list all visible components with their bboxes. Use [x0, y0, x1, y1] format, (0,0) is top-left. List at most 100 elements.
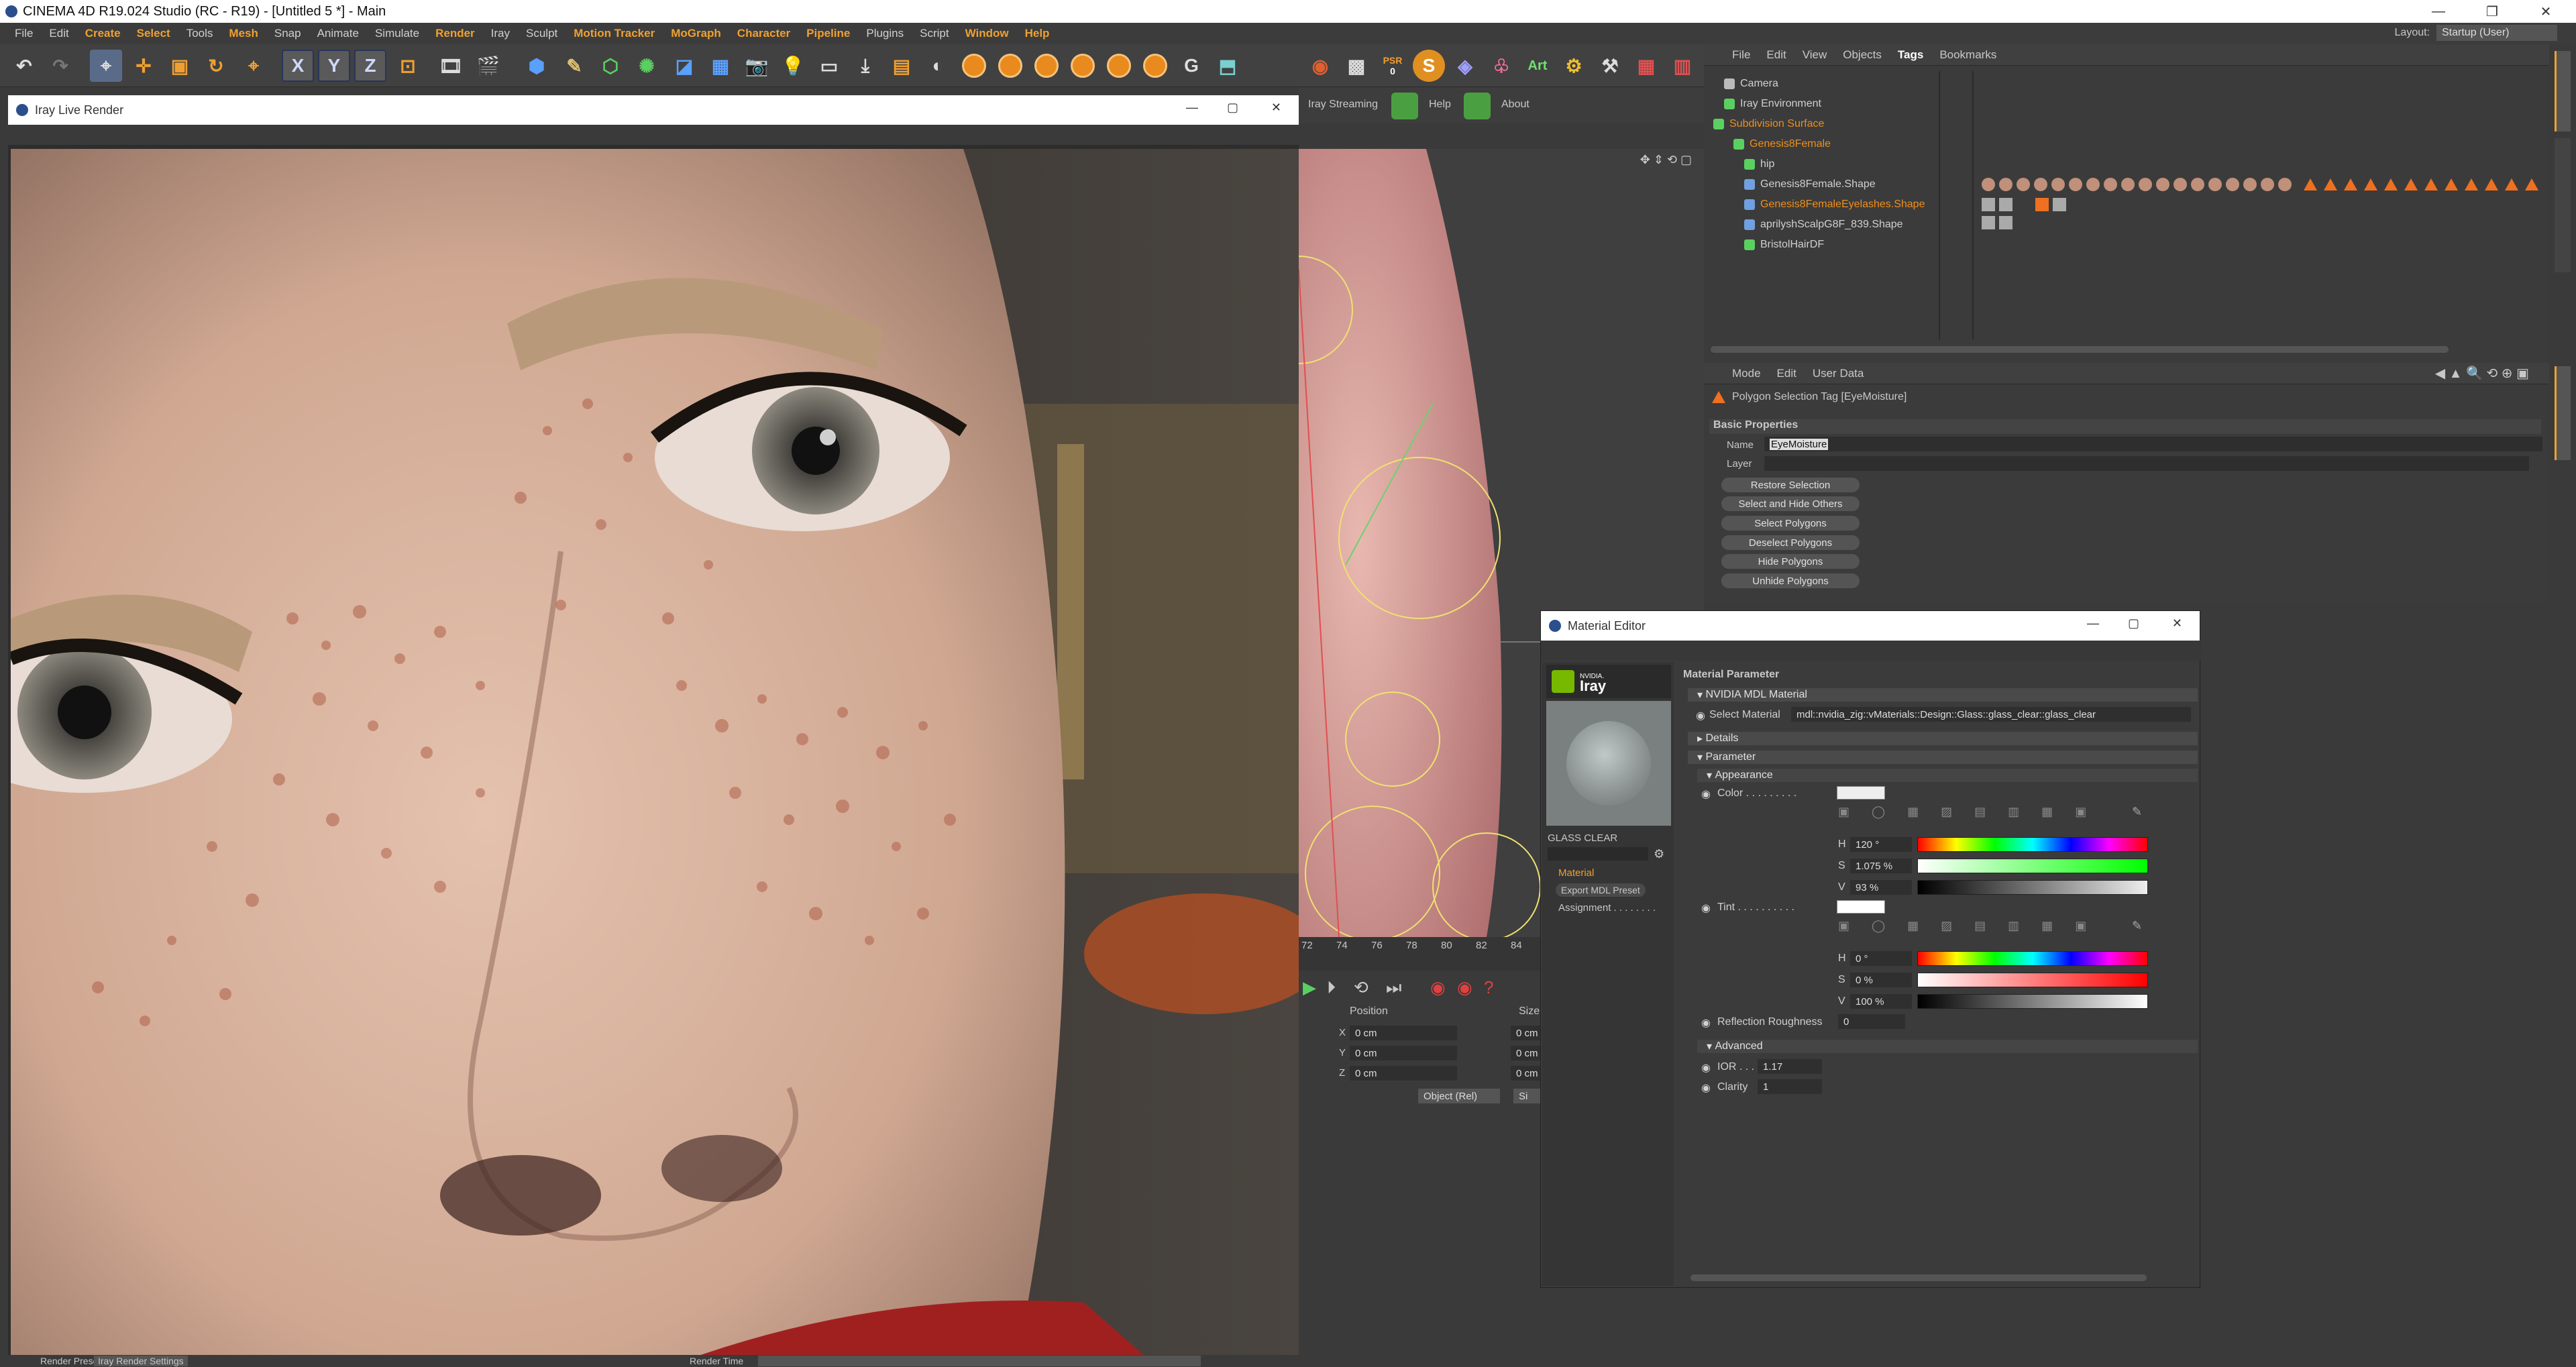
name-field[interactable]: EyeMoisture [1764, 437, 2542, 451]
tint-value-slider[interactable] [1917, 994, 2148, 1009]
menu-file[interactable]: File [7, 27, 41, 40]
box-icon[interactable]: ⬒ [1212, 50, 1244, 82]
hide-polygons-button[interactable]: Hide Polygons [1721, 554, 1860, 569]
sphere-4-icon[interactable] [1067, 50, 1099, 82]
restore-icon[interactable]: ❐ [2462, 0, 2522, 23]
menu-render[interactable]: Render [427, 27, 483, 40]
camera-icon[interactable]: 📷 [741, 50, 773, 82]
live-render-minimize-icon[interactable]: — [1186, 101, 1198, 115]
play-icon[interactable]: ▶ [1303, 977, 1316, 998]
details-section[interactable]: ▸ Details [1688, 732, 2198, 745]
tool-icon[interactable]: ⚒ [1594, 50, 1626, 82]
restore-selection-button[interactable]: Restore Selection [1721, 478, 1860, 492]
menu-select[interactable]: Select [129, 27, 178, 40]
color-saturation-slider[interactable] [1917, 859, 2148, 873]
select-tool-icon[interactable]: ⌖ [90, 50, 122, 82]
select-polygons-button[interactable]: Select Polygons [1721, 516, 1860, 531]
menu-motion-tracker[interactable]: Motion Tracker [566, 27, 663, 40]
size-z-field[interactable]: 0 cm [1511, 1066, 1540, 1081]
mated-maximize-icon[interactable]: ▢ [2128, 616, 2139, 631]
undo-icon[interactable]: ↶ [8, 50, 40, 82]
tint-s-field[interactable]: 0 % [1850, 973, 1912, 987]
tint-hue-slider[interactable] [1917, 951, 2148, 966]
sphere-5-icon[interactable] [1103, 50, 1135, 82]
minimize-icon[interactable]: — [2408, 0, 2469, 23]
subdivision-icon[interactable]: ⬡ [594, 50, 627, 82]
menu-create[interactable]: Create [77, 27, 129, 40]
clarity-field[interactable]: 1 [1758, 1079, 1822, 1094]
menu-mesh[interactable]: Mesh [221, 27, 266, 40]
obj-menu-objects[interactable]: Objects [1835, 48, 1890, 62]
tint-radio-icon[interactable]: ◉ [1701, 901, 1711, 915]
position-z-field[interactable]: 0 cm [1350, 1066, 1457, 1081]
menu-script[interactable]: Script [912, 27, 957, 40]
basic-properties-section[interactable]: Basic Properties [1709, 419, 2541, 434]
content-browser-tab[interactable] [2555, 138, 2571, 272]
array-icon[interactable]: ✺ [631, 50, 663, 82]
next-key-icon[interactable]: ⏵ [1327, 977, 1336, 999]
menu-snap[interactable]: Snap [266, 27, 309, 40]
move-tool-icon[interactable]: ✛ [127, 50, 160, 82]
rig-icon[interactable]: ⚙ [1558, 50, 1590, 82]
moon-icon[interactable]: ◐ [922, 50, 954, 82]
g-icon[interactable]: G [1175, 50, 1208, 82]
live-render-close-icon[interactable]: ✕ [1271, 101, 1281, 115]
tree-icon[interactable]: ♧ [1485, 50, 1517, 82]
select-material-radio-icon[interactable]: ◉ [1696, 709, 1705, 722]
color-value-slider[interactable] [1917, 880, 2148, 895]
attr-nav-icons[interactable]: ◀ ▲ 🔍 ⟲ ⊕ ▣ [2427, 365, 2549, 382]
live-selection-icon[interactable]: ⌖ [237, 50, 270, 82]
advanced-section[interactable]: ▾ Advanced [1697, 1040, 2198, 1053]
scene-icon[interactable]: ▦ [1630, 50, 1662, 82]
autokey-icon[interactable]: ◉ [1457, 977, 1472, 998]
obj-menu-bookmarks[interactable]: Bookmarks [1931, 48, 2004, 62]
tint-picker-mode-icons[interactable]: ▣ ◯ ▦ ▨ ▤ ▥ ▦ ▣ [1838, 919, 2147, 936]
select-material-field[interactable]: mdl::nvidia_zig::vMaterials::Design::Gla… [1791, 707, 2191, 722]
object-row-hip[interactable]: hip [1704, 154, 2549, 174]
timeline-ruler[interactable]: 72 74 76 78 80 82 84 [1299, 937, 1540, 971]
object-row-camera[interactable]: Camera [1704, 74, 2549, 94]
position-y-field[interactable]: 0 cm [1350, 1046, 1457, 1060]
z-axis-lock-button[interactable]: Z [354, 50, 386, 82]
sphere-3-icon[interactable] [1030, 50, 1063, 82]
about-button[interactable]: About [1501, 99, 1529, 111]
menu-animate[interactable]: Animate [309, 27, 367, 40]
size-y-field[interactable]: 0 cm [1511, 1046, 1540, 1060]
attr-menu-edit[interactable]: Edit [1769, 367, 1805, 380]
ior-field[interactable]: 1.17 [1758, 1059, 1822, 1074]
viewport-nav-icons[interactable]: ✥ ⇕ ⟲ ▢ [1640, 153, 1692, 167]
select-hide-others-button[interactable]: Select and Hide Others [1721, 496, 1860, 511]
plugin-icon[interactable]: ◈ [1449, 50, 1481, 82]
menu-plugins[interactable]: Plugins [858, 27, 912, 40]
tint-v-field[interactable]: 100 % [1850, 994, 1912, 1009]
sphere-6-icon[interactable] [1139, 50, 1171, 82]
color-radio-icon[interactable]: ◉ [1701, 787, 1711, 801]
mated-minimize-icon[interactable]: — [2087, 616, 2099, 631]
floor-icon[interactable]: ▦ [704, 50, 737, 82]
deformer-icon[interactable]: ◪ [668, 50, 700, 82]
sphere-1-icon[interactable] [958, 50, 990, 82]
size-x-field[interactable]: 0 cm [1511, 1026, 1540, 1040]
menu-iray[interactable]: Iray [483, 27, 518, 40]
menu-pipeline[interactable]: Pipeline [798, 27, 858, 40]
attr-menu-user-data[interactable]: User Data [1805, 367, 1872, 380]
reflection-roughness-field[interactable]: 0 [1838, 1014, 1905, 1029]
color-v-field[interactable]: 93 % [1850, 880, 1912, 895]
material-name[interactable]: GLASS CLEAR [1548, 832, 1617, 844]
y-axis-lock-button[interactable]: Y [318, 50, 350, 82]
menu-window[interactable]: Window [957, 27, 1017, 40]
live-render-maximize-icon[interactable]: ▢ [1227, 101, 1238, 115]
export-mdl-preset-button[interactable]: Export MDL Preset [1556, 883, 1646, 897]
art-button[interactable]: Art [1521, 50, 1554, 82]
scale-tool-icon[interactable]: ▣ [164, 50, 196, 82]
nav-material[interactable]: Material [1558, 867, 1594, 879]
reflection-radio-icon[interactable]: ◉ [1701, 1016, 1711, 1030]
close-icon[interactable]: ✕ [2516, 0, 2576, 23]
chrome-icon[interactable]: ◉ [1304, 50, 1336, 82]
eyedropper-icon[interactable]: ✎ [2132, 805, 2142, 819]
render-preset-dropdown[interactable]: Iray Render Settings [94, 1356, 188, 1366]
position-x-field[interactable]: 0 cm [1350, 1026, 1457, 1040]
material-preview-swatch[interactable] [1546, 701, 1671, 826]
end-icon[interactable]: ⏭ [1386, 977, 1401, 999]
tint-swatch[interactable] [1837, 900, 1885, 914]
